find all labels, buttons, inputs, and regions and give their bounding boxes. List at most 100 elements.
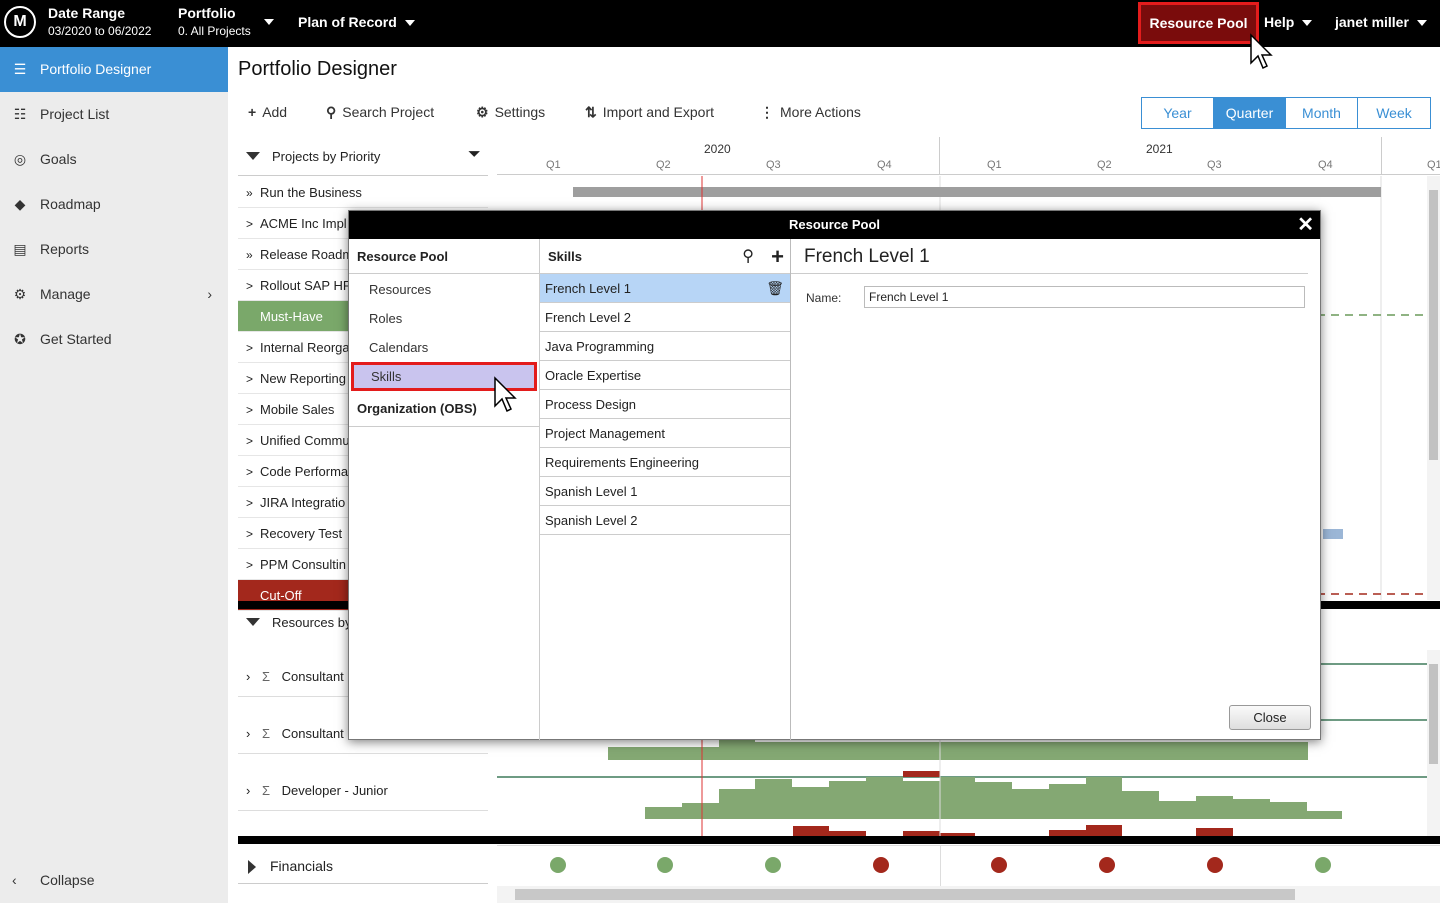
skill-name-field[interactable] — [864, 286, 1305, 308]
nav-item-resources[interactable]: Resources — [349, 275, 539, 304]
scrollbar-thumb[interactable] — [515, 889, 1295, 900]
financial-status-dot[interactable] — [550, 857, 566, 873]
date-range-selector[interactable]: Date Range 03/2020 to 06/2022 — [48, 5, 151, 38]
sidebar-item-get-started[interactable]: ✪ Get Started — [0, 317, 228, 362]
gantt-bar[interactable] — [1323, 529, 1343, 539]
add-skill-plus-icon[interactable]: + — [771, 239, 784, 274]
search-icon[interactable]: ⚲ — [742, 239, 754, 274]
scrollbar-thumb[interactable] — [1429, 190, 1438, 460]
close-icon[interactable]: ✕ — [1297, 211, 1314, 239]
skill-list-item[interactable]: Oracle Expertise — [540, 361, 790, 390]
user-chevron-down-icon — [1416, 20, 1427, 27]
filter-icon[interactable]: ⏷ — [468, 146, 481, 164]
settings-button[interactable]: ⚙ Settings — [476, 104, 545, 121]
user-menu[interactable]: janet miller — [1335, 14, 1427, 30]
resource-scrollbar[interactable] — [1427, 650, 1440, 836]
gantt-bar[interactable] — [573, 187, 1381, 197]
chevron-right-icon[interactable]: > — [246, 271, 260, 300]
timeline-horizontal-scrollbar[interactable] — [497, 886, 1440, 903]
project-name: Recovery Test — [260, 526, 343, 541]
double-chevron-right-icon[interactable]: » — [246, 178, 260, 207]
chevron-right-icon[interactable]: > — [246, 364, 260, 393]
help-menu[interactable]: Help — [1264, 14, 1313, 30]
sidebar-item-label: Portfolio Designer — [40, 61, 152, 77]
financial-status-dot[interactable] — [873, 857, 889, 873]
chevron-right-icon[interactable]: > — [246, 488, 260, 517]
mouse-cursor-icon — [1250, 33, 1273, 70]
financial-status-dot[interactable] — [1207, 857, 1223, 873]
view-quarter-button[interactable]: Quarter — [1214, 98, 1286, 128]
scrollbar-thumb[interactable] — [1429, 664, 1438, 764]
add-button[interactable]: + Add — [248, 104, 287, 120]
project-name: Rollout SAP HF — [260, 278, 351, 293]
skill-detail-panel: French Level 1 Name: Close — [791, 239, 1321, 740]
financial-status-dot[interactable] — [657, 857, 673, 873]
chevron-left-icon: ‹ — [12, 872, 17, 888]
sidebar-item-goals[interactable]: ◎ Goals — [0, 137, 228, 182]
view-week-button[interactable]: Week — [1358, 98, 1430, 128]
view-year-button[interactable]: Year — [1142, 98, 1214, 128]
sidebar-item-reports[interactable]: ▤ Reports — [0, 227, 228, 272]
project-row[interactable]: » Run the Business — [238, 177, 488, 208]
resource-pool-button[interactable]: Resource Pool — [1138, 2, 1259, 44]
app-logo-icon[interactable]: M — [4, 6, 36, 38]
close-button[interactable]: Close — [1229, 705, 1311, 730]
chevron-right-icon[interactable]: > — [246, 209, 260, 238]
financials-row[interactable]: Financials — [238, 848, 488, 884]
chevron-right-icon[interactable]: > — [246, 550, 260, 579]
portfolio-chevron-down-icon[interactable] — [264, 19, 274, 25]
import-export-button[interactable]: ⇅ Import and Export — [585, 104, 714, 121]
resource-pool-dialog: Resource Pool ✕ Resource Pool Resources … — [348, 210, 1321, 740]
more-actions-button[interactable]: ⋮ More Actions — [760, 104, 861, 121]
collapse-button[interactable]: ‹ Collapse — [0, 858, 228, 903]
skill-list-item[interactable]: French Level 2 — [540, 303, 790, 332]
nav-item-roles[interactable]: Roles — [349, 304, 539, 333]
double-chevron-right-icon[interactable]: » — [246, 240, 260, 269]
more-actions-label: More Actions — [780, 104, 861, 120]
financial-status-dot[interactable] — [991, 857, 1007, 873]
gantt-scrollbar[interactable] — [1427, 176, 1440, 600]
sidebar-item-project-list[interactable]: ☷ Project List — [0, 92, 228, 137]
financial-status-dot[interactable] — [765, 857, 781, 873]
collapse-triangle-icon[interactable] — [246, 618, 260, 626]
chevron-right-icon[interactable]: > — [246, 333, 260, 362]
section-divider[interactable] — [238, 836, 1440, 844]
top-bar: M Date Range 03/2020 to 06/2022 Portfoli… — [0, 0, 1440, 47]
chevron-right-icon[interactable]: > — [246, 426, 260, 455]
collapse-triangle-icon[interactable] — [246, 152, 260, 160]
gear-icon: ⚙ — [13, 286, 27, 302]
plan-selector[interactable]: Plan of Record — [298, 14, 415, 30]
skill-list-item[interactable]: Java Programming — [540, 332, 790, 361]
skill-name: Oracle Expertise — [545, 368, 642, 383]
sidebar-item-roadmap[interactable]: ◆ Roadmap — [0, 182, 228, 227]
resource-row[interactable]: › Σ Developer - Junior — [238, 771, 488, 811]
skill-list-item[interactable]: Process Design — [540, 390, 790, 419]
financial-status-dot[interactable] — [1315, 857, 1331, 873]
skill-list-item[interactable]: Spanish Level 2 — [540, 506, 790, 535]
skill-list-item[interactable]: Project Management — [540, 419, 790, 448]
timeline-quarter: Q4 — [877, 159, 892, 171]
search-project-button[interactable]: ⚲ Search Project — [326, 104, 434, 121]
trash-icon[interactable]: 🗑 — [766, 274, 784, 303]
sidebar-item-portfolio-designer[interactable]: ☰ Portfolio Designer — [0, 47, 228, 92]
chevron-right-icon[interactable]: > — [246, 395, 260, 424]
financial-status-dot[interactable] — [1099, 857, 1115, 873]
gear-icon: ⚙ — [476, 104, 489, 120]
diamond-icon: ◆ — [14, 196, 26, 212]
skill-name: French Level 2 — [545, 310, 631, 325]
chevron-right-icon[interactable]: > — [246, 457, 260, 486]
chevron-right-icon: › — [246, 726, 251, 741]
chevron-right-icon[interactable]: > — [246, 519, 260, 548]
skill-list-item[interactable]: French Level 1 🗑 — [540, 274, 790, 303]
view-month-button[interactable]: Month — [1286, 98, 1358, 128]
project-name: Must-Have — [260, 309, 323, 324]
project-name: JIRA Integratio — [260, 495, 346, 510]
skill-name: Process Design — [545, 397, 637, 412]
skill-list-item[interactable]: Spanish Level 1 — [540, 477, 790, 506]
portfolio-selector[interactable]: Portfolio 0. All Projects — [178, 5, 251, 38]
settings-label: Settings — [494, 104, 546, 120]
nav-item-calendars[interactable]: Calendars — [349, 333, 539, 362]
skill-list-item[interactable]: Requirements Engineering — [540, 448, 790, 477]
timeline-quarter: Q2 — [656, 159, 671, 171]
sidebar-item-manage[interactable]: ⚙ Manage › — [0, 272, 228, 317]
